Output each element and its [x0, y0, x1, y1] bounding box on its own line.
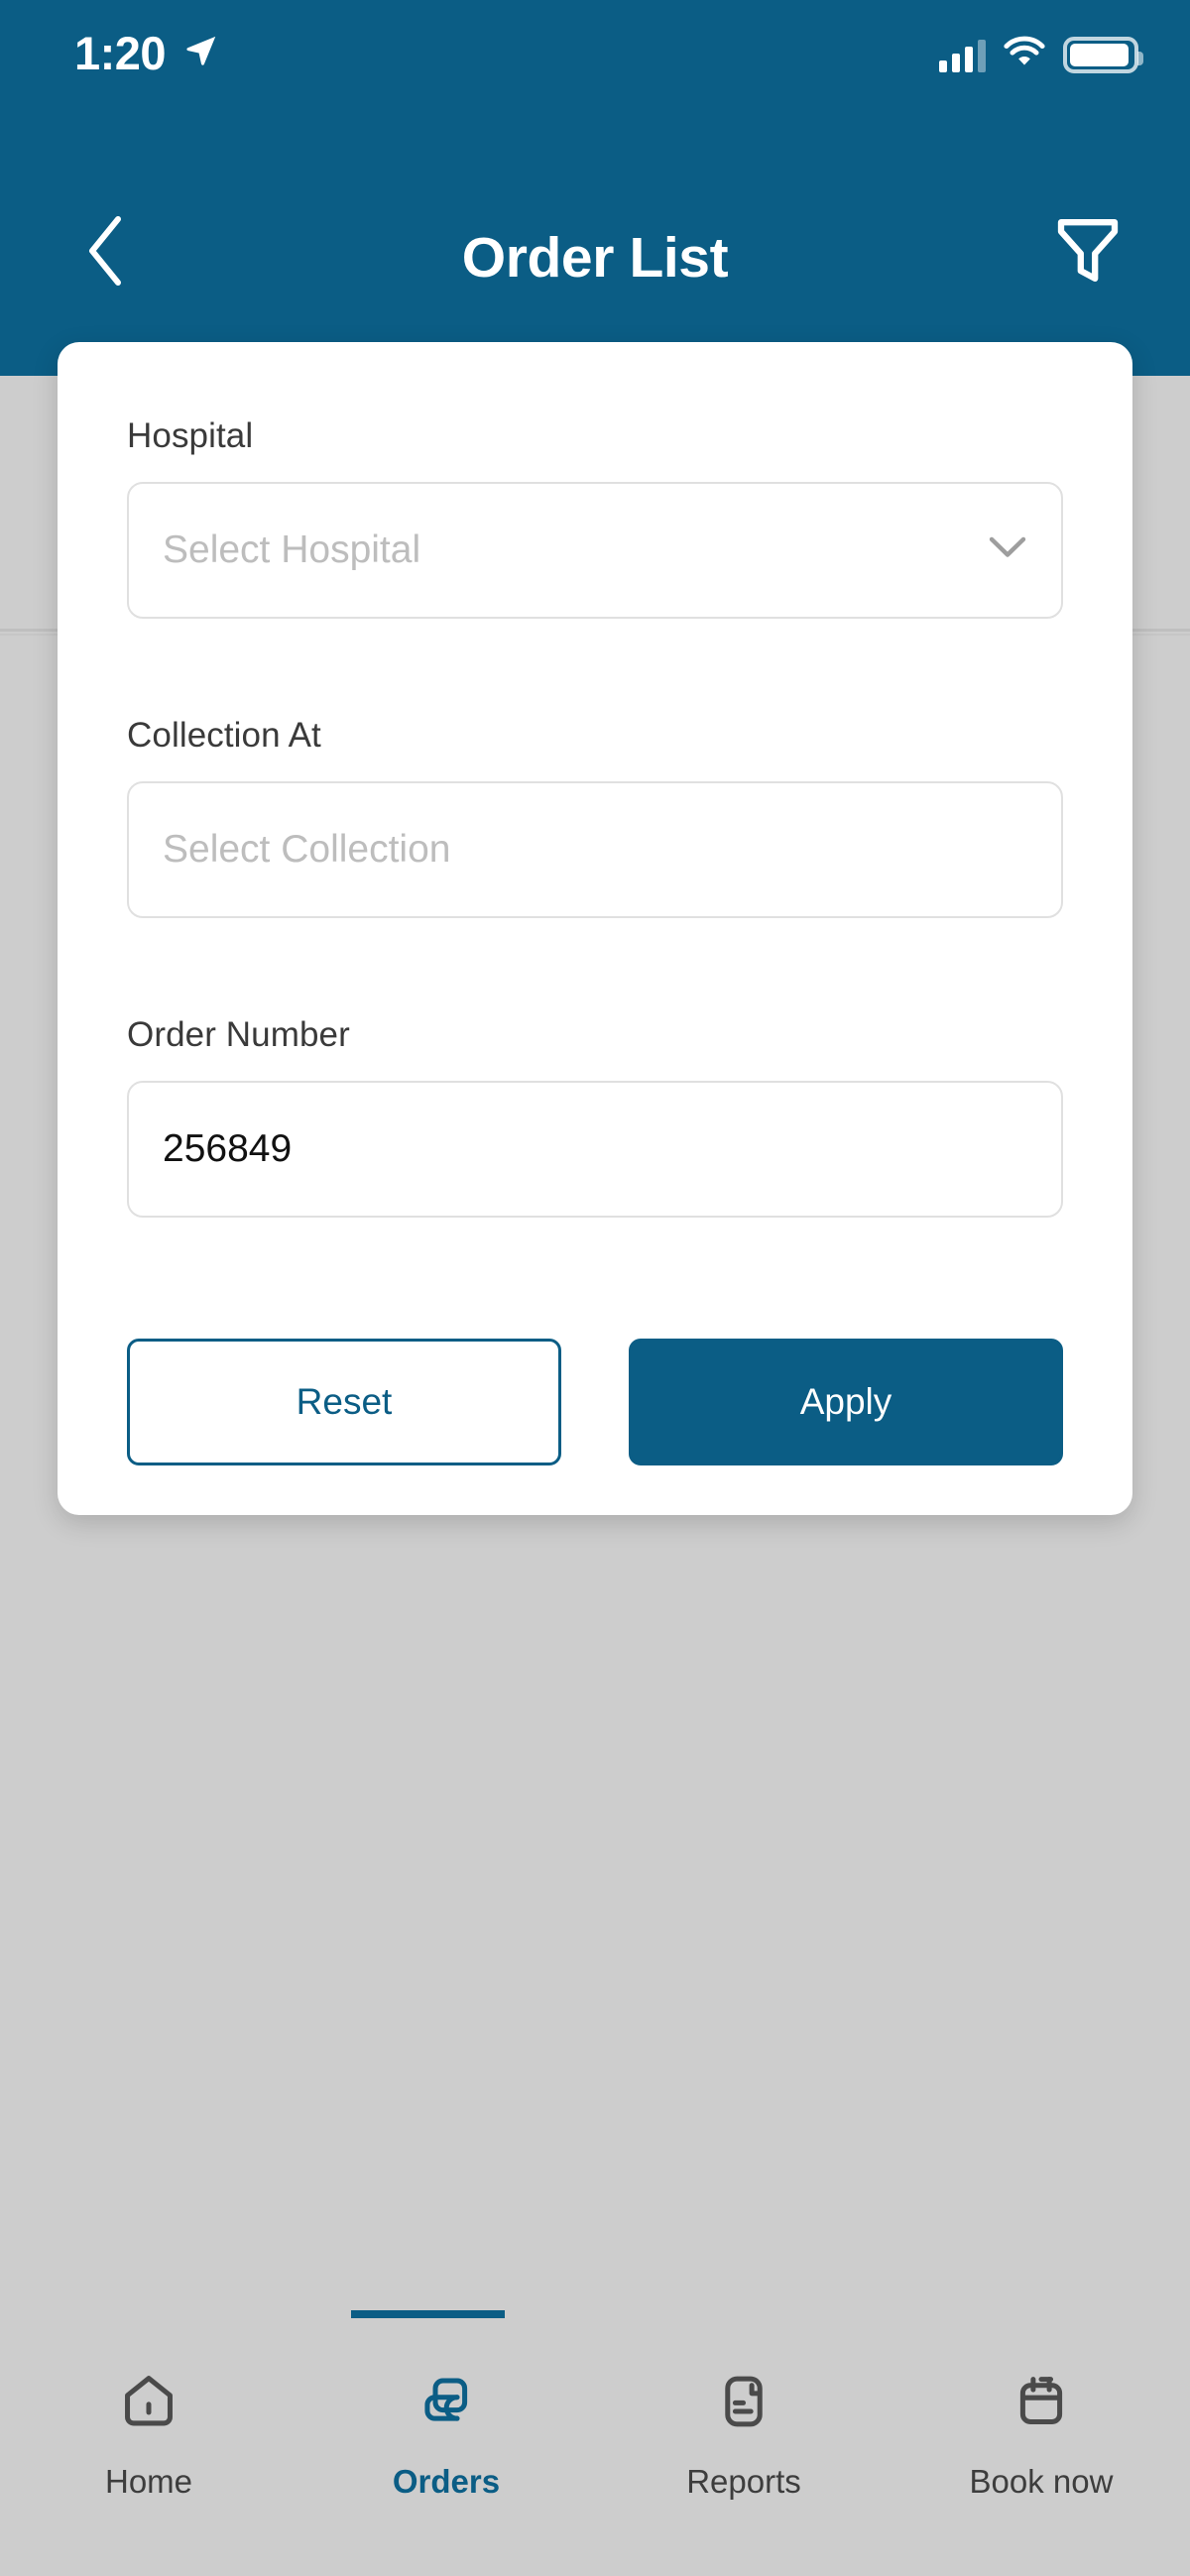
nav-label-reports: Reports — [686, 2463, 801, 2500]
nav-label-orders: Orders — [392, 2463, 501, 2500]
order-number-value: 256849 — [163, 1127, 293, 1170]
app-bar: Order List — [0, 169, 1190, 347]
chevron-down-icon — [988, 535, 1027, 566]
calendar-icon — [1006, 2366, 1077, 2437]
nav-item-book-now[interactable]: Book now — [892, 2318, 1190, 2576]
field-group-collection-at: Collection At Select Collection — [127, 716, 1063, 918]
hospital-placeholder: Select Hospital — [163, 528, 421, 571]
field-group-order-number: Order Number 256849 — [127, 1015, 1063, 1218]
collection-at-label: Collection At — [127, 716, 321, 755]
status-bar-right — [939, 36, 1143, 74]
wifi-icon — [1002, 36, 1047, 74]
field-group-hospital: Hospital Select Hospital — [127, 416, 1063, 619]
app-screen: 1:20 Order List Hospital Select Hospital… — [0, 0, 1190, 2576]
bottom-navigation: Home Orders Reports Book now — [0, 2318, 1190, 2576]
nav-label-home: Home — [104, 2463, 193, 2500]
filter-funnel-icon[interactable] — [1033, 196, 1142, 305]
report-document-icon — [708, 2366, 779, 2437]
order-number-input[interactable]: 256849 — [127, 1081, 1063, 1218]
battery-icon — [1063, 37, 1143, 73]
collection-at-input[interactable]: Select Collection — [127, 781, 1063, 918]
location-arrow-icon — [183, 33, 219, 73]
sheet-actions: Reset Apply — [127, 1339, 1063, 1465]
reset-button[interactable]: Reset — [127, 1339, 561, 1465]
order-number-label: Order Number — [127, 1015, 350, 1054]
hospital-label: Hospital — [127, 416, 254, 455]
nav-item-orders[interactable]: Orders — [298, 2318, 595, 2576]
collection-at-placeholder: Select Collection — [163, 828, 451, 871]
cellular-signal-icon — [939, 39, 986, 72]
orders-box-icon — [411, 2366, 482, 2437]
hospital-select[interactable]: Select Hospital — [127, 482, 1063, 619]
apply-button[interactable]: Apply — [629, 1339, 1063, 1465]
status-time: 1:20 — [74, 27, 167, 79]
page-title: Order List — [461, 226, 729, 290]
home-icon — [113, 2366, 184, 2437]
status-bar-left: 1:20 — [74, 30, 219, 76]
filter-sheet: Hospital Select Hospital Collection At S… — [58, 342, 1132, 1515]
nav-item-reports[interactable]: Reports — [595, 2318, 892, 2576]
status-bar: 1:20 — [0, 0, 1190, 109]
nav-label-book-now: Book now — [969, 2463, 1114, 2500]
nav-item-home[interactable]: Home — [0, 2318, 298, 2576]
